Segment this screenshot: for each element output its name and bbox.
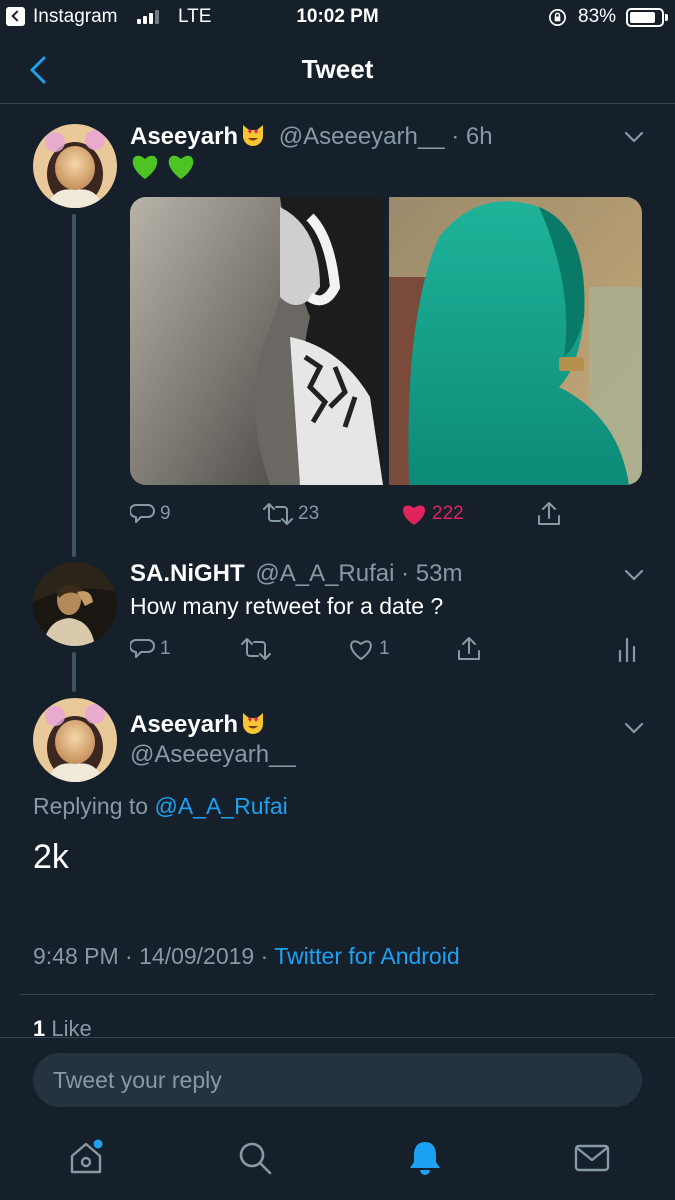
top-nav-bar: Tweet (0, 40, 675, 104)
share-button[interactable] (535, 499, 563, 529)
reply-count: 1 (160, 638, 171, 659)
search-icon[interactable] (235, 1138, 275, 1178)
analytics-button[interactable] (614, 634, 640, 664)
like-button[interactable]: 1 (347, 634, 390, 664)
heart-eyes-cat-emoji (243, 125, 264, 146)
clock: 10:02 PM (296, 6, 379, 27)
retweet-count: 23 (298, 503, 320, 524)
replying-to-label: Replying to (33, 793, 149, 819)
green-heart-emoji (132, 155, 158, 179)
page-title: Tweet (301, 54, 374, 84)
replying-to: Replying to @A_A_Rufai (33, 793, 288, 820)
display-name[interactable]: Aseeyarh (130, 123, 238, 150)
notifications-icon[interactable] (405, 1138, 445, 1178)
handle[interactable]: @Aseeeyarh__ (130, 741, 296, 769)
handle-and-time[interactable]: @Aseeeyarh__ · 6h (279, 123, 493, 150)
retweet-icon (263, 503, 293, 525)
tweet-header: Aseeyarh (130, 710, 266, 739)
tweet-header: SA.NiGHT @A_A_Rufai · 53m (130, 560, 462, 588)
chevron-down-icon[interactable] (620, 561, 648, 589)
heart-filled-icon (402, 505, 426, 525)
reply-icon (130, 504, 155, 523)
tweet-text: How many retweet for a date ? (130, 593, 444, 619)
display-name[interactable]: SA.NiGHT (130, 560, 245, 587)
share-icon (538, 502, 560, 525)
tweet-time: 9:48 PM (33, 943, 119, 969)
like-button[interactable]: 222 (400, 499, 464, 529)
display-name[interactable]: Aseeyarh (130, 711, 238, 738)
chevron-down-icon[interactable] (620, 123, 648, 151)
chevron-down-icon[interactable] (620, 714, 648, 742)
share-button[interactable] (455, 634, 483, 664)
reply-count: 9 (160, 503, 171, 524)
reply-button[interactable]: 9 (130, 499, 171, 529)
tweet-meta: 9:48 PM · 14/09/2019 · Twitter for Andro… (33, 943, 460, 969)
home-icon[interactable] (66, 1138, 106, 1178)
battery-percent: 83% (578, 6, 617, 27)
battery-icon (626, 8, 664, 27)
avatar[interactable] (33, 124, 117, 208)
tweet-text (130, 152, 196, 186)
messages-icon[interactable] (572, 1138, 612, 1178)
tweet-header: Aseeyarh @Aseeeyarh__ · 6h (130, 122, 493, 151)
reply-button[interactable]: 1 (130, 634, 171, 664)
reply-input[interactable]: Tweet your reply (33, 1053, 642, 1107)
mention-link[interactable]: @A_A_Rufai (154, 793, 287, 819)
rotation-lock-icon (549, 9, 566, 26)
heart-outline-icon (350, 640, 372, 660)
tweet-date: 14/09/2019 (139, 943, 255, 969)
divider (20, 994, 655, 995)
tweet-media[interactable] (130, 197, 642, 485)
analytics-icon (618, 637, 636, 663)
like-count: 1 (379, 638, 390, 659)
green-heart-emoji (169, 155, 194, 179)
heart-eyes-cat-emoji (243, 713, 264, 734)
retweet-button[interactable] (240, 634, 272, 664)
avatar[interactable] (33, 698, 117, 782)
retweet-button[interactable]: 23 (262, 499, 319, 529)
bottom-tab-bar (0, 1120, 675, 1200)
like-count: 222 (432, 503, 464, 524)
media-photo-left[interactable] (130, 197, 383, 485)
status-bar: Instagram LTE 10:02 PM 83% (0, 0, 675, 36)
tweet-text: 2k (33, 838, 69, 876)
retweet-icon (241, 638, 271, 660)
handle-and-time[interactable]: @A_A_Rufai · 53m (255, 560, 462, 587)
tweet-source-link[interactable]: Twitter for Android (274, 943, 459, 969)
media-photo-right[interactable] (389, 197, 642, 485)
tweet-action-bar: 1 1 (0, 634, 675, 664)
tweet-action-bar: 9 23 222 (0, 499, 675, 529)
reply-icon (130, 639, 155, 658)
share-icon (458, 637, 480, 660)
